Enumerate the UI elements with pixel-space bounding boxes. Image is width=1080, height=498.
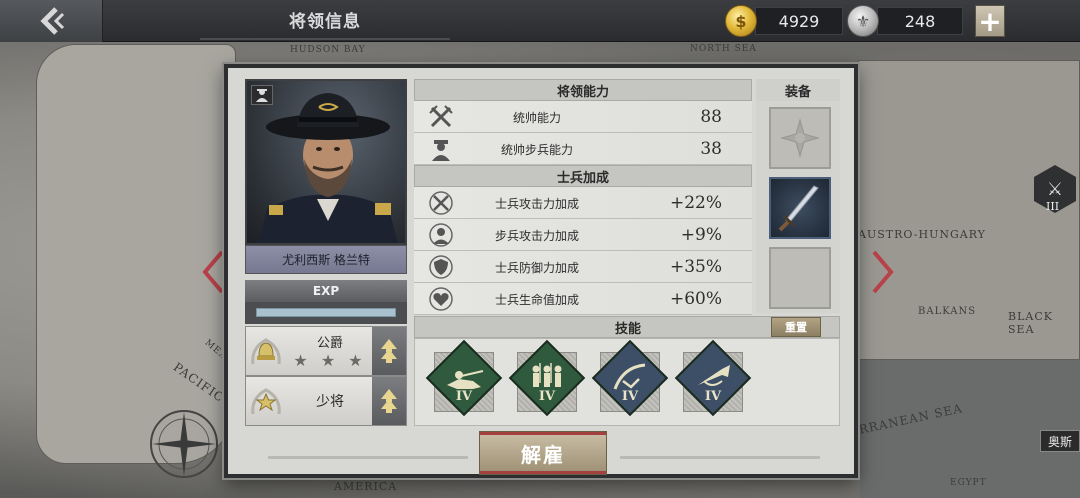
reset-skills-button[interactable]: 重置	[771, 317, 821, 337]
infantry-soldier-icon	[428, 137, 454, 161]
exp-block: EXP	[245, 280, 407, 324]
gold-resource: $ 4929	[725, 5, 845, 37]
dagger-icon	[778, 185, 819, 232]
empty-equipment-slot[interactable]	[769, 247, 831, 309]
chevron-left-icon	[40, 7, 65, 35]
stat-label: 步兵攻击力加成	[494, 228, 579, 243]
previous-general-arrow[interactable]	[202, 250, 224, 294]
military-rank-row: 少将	[245, 376, 407, 426]
exp-progress-bar	[256, 308, 396, 317]
add-currency-button[interactable]: +	[975, 4, 1005, 38]
double-up-arrow-icon	[381, 389, 397, 413]
stat-value: +9%	[680, 225, 722, 245]
page-title: 将领信息	[200, 0, 450, 40]
noble-rank-title: 公爵	[316, 336, 343, 351]
compass-rose-icon	[150, 410, 218, 478]
bonuses-header: 士兵加成	[414, 165, 752, 187]
equipment-header: 装备	[756, 79, 840, 101]
general-rank-icon	[246, 377, 286, 425]
general-portrait	[245, 79, 407, 245]
stat-row: 士兵防御力加成 +35%	[414, 251, 752, 283]
stat-value: 88	[700, 107, 722, 127]
map-label: BALKANS	[918, 306, 977, 317]
divider-line	[620, 456, 820, 459]
general-name: 尤利西斯 格兰特	[245, 245, 407, 274]
skill-slot[interactable]: IV	[591, 339, 669, 417]
silver-coin-icon: ⚜	[847, 5, 879, 37]
skill-slot[interactable]: IV	[674, 339, 752, 417]
silver-resource: ⚜ 248	[847, 5, 967, 37]
upgrade-military-rank-button[interactable]	[372, 377, 406, 425]
map-label: BLACK SEA	[1008, 310, 1053, 336]
divider-line	[268, 456, 468, 459]
back-button[interactable]	[0, 0, 103, 42]
map-label: AMERICA	[334, 480, 398, 493]
stat-label: 统帅步兵能力	[500, 142, 573, 157]
stat-row: 统帅能力 88	[414, 101, 752, 133]
skills-header-bar: 技能 重置	[414, 316, 840, 338]
stat-value: 38	[700, 139, 722, 159]
medal-cross-icon	[780, 118, 820, 158]
country-tag[interactable]: 奥斯	[1040, 430, 1080, 452]
stat-value: +22%	[669, 193, 722, 213]
skill-level: IV	[704, 389, 722, 404]
infantry-badge-icon	[251, 85, 273, 105]
stats-section: 将领能力 统帅能力 88 统帅步兵能力 38 士兵加成 士兵攻击力加成 +22%	[414, 79, 752, 315]
upgrade-noble-rank-button[interactable]	[372, 327, 406, 375]
skill-slot[interactable]: IV	[508, 339, 586, 417]
noble-helmet-icon	[246, 327, 286, 375]
map-label: AUSTRO-HUNGARY	[858, 228, 986, 241]
skill-level: IV	[455, 389, 473, 404]
stat-value: +35%	[669, 257, 722, 277]
heart-bonus-icon	[428, 287, 454, 311]
map-label: EGYPT	[950, 478, 987, 488]
infantry-attack-icon	[428, 223, 454, 247]
army-marker-level: III	[1046, 200, 1060, 213]
stat-value: +60%	[669, 289, 722, 309]
abilities-header: 将领能力	[414, 79, 752, 101]
weapon-slot[interactable]	[769, 177, 831, 239]
shield-bonus-icon	[428, 255, 454, 279]
medal-slot[interactable]	[769, 107, 831, 169]
general-portrait-image	[258, 93, 398, 243]
stat-row: 士兵生命值加成 +60%	[414, 283, 752, 315]
skills-area: IV IV IV IV	[414, 338, 840, 426]
next-general-arrow[interactable]	[872, 250, 894, 294]
crossed-swords-icon: ⚔	[1046, 178, 1064, 200]
military-rank-title: 少将	[316, 394, 344, 410]
crossed-swords-icon	[428, 105, 454, 129]
silver-amount: 248	[877, 7, 963, 35]
stat-row: 步兵攻击力加成 +9%	[414, 219, 752, 251]
skill-level: IV	[621, 389, 639, 404]
map-label: NORTH SEA	[690, 44, 757, 54]
stat-label: 统帅能力	[512, 110, 561, 125]
skill-slot[interactable]: IV	[425, 339, 503, 417]
skill-level: IV	[538, 389, 556, 404]
top-bar: 将领信息 $ 4929 ⚜ 248 +	[0, 0, 1080, 42]
map-label: HUDSON BAY	[290, 45, 366, 55]
plus-icon: +	[978, 4, 1002, 38]
stat-row: 士兵攻击力加成 +22%	[414, 187, 752, 219]
stat-row: 统帅步兵能力 38	[414, 133, 752, 165]
gold-coin-icon: $	[725, 5, 757, 37]
stat-label: 士兵攻击力加成	[494, 196, 579, 211]
gold-amount: 4929	[755, 7, 843, 35]
stat-label: 士兵生命值加成	[494, 292, 579, 307]
general-info-panel: 尤利西斯 格兰特 EXP 公爵 ★ ★ ★ 少将 将领能力 统帅能力 88 统帅…	[224, 64, 858, 478]
equipment-section: 装备	[756, 79, 840, 313]
double-up-arrow-icon	[381, 339, 397, 363]
noble-rank-row: 公爵 ★ ★ ★	[245, 326, 407, 376]
stat-label: 士兵防御力加成	[494, 260, 579, 275]
rank-stars: ★ ★ ★	[293, 351, 367, 370]
exp-label: EXP	[245, 280, 407, 302]
dismiss-button[interactable]: 解雇	[480, 432, 606, 474]
attack-bonus-icon	[428, 191, 454, 215]
